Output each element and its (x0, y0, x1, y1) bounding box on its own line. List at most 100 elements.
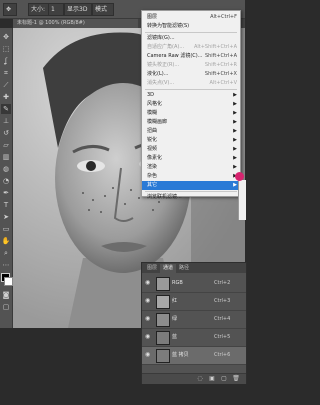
submenu-arrow-icon: ▶ (233, 119, 237, 125)
menu-item-label: 像素化 (147, 155, 163, 161)
eyedropper-icon[interactable]: ⟋ (1, 80, 11, 90)
channel-row[interactable]: ◉ 蓝 Ctrl+5 (142, 329, 246, 347)
path-select-icon[interactable]: ➤ (1, 212, 11, 222)
pen-icon[interactable]: ✒ (1, 188, 11, 198)
panel-footer: ◌ ▣ ▢ 🗑 (142, 373, 246, 384)
visibility-eye-icon[interactable]: ◉ (145, 334, 151, 340)
menu-item-browse-online[interactable]: 浏览联机滤镜... (142, 193, 240, 202)
menu-item-render[interactable]: 渲染 ▶ (142, 163, 240, 172)
move-icon[interactable]: ✥ (1, 32, 11, 42)
menu-item-blur-gallery[interactable]: 模糊画廊 ▶ (142, 118, 240, 127)
channel-row[interactable]: ◉ 蓝 拷贝 Ctrl+6 (142, 347, 246, 365)
visibility-eye-icon[interactable]: ◉ (145, 298, 151, 304)
menu-shortcut: Alt+Shift+Ctrl+A (193, 44, 237, 50)
menu-item-camera-raw[interactable]: Camera Raw 滤镜(C)... Shift+Ctrl+A (142, 52, 240, 61)
submenu-arrow-icon: ▶ (233, 146, 237, 152)
show-3d-label[interactable]: 显示3D (64, 3, 92, 16)
menu-item-other[interactable]: 其它 ▶ (142, 181, 240, 190)
menu-shortcut: Alt+Ctrl+V (209, 80, 237, 86)
tab-paths[interactable]: 路径 (176, 264, 192, 273)
menu-item-adaptive-wide[interactable]: 自适应广角(A)... Alt+Shift+Ctrl+A (142, 43, 240, 52)
menu-item-label: 扭曲 (147, 128, 158, 134)
channel-shortcut: Ctrl+4 (214, 316, 231, 322)
menu-item-sharpen[interactable]: 锐化 ▶ (142, 136, 240, 145)
stamp-icon[interactable]: ⊥ (1, 116, 11, 126)
save-selection-icon[interactable]: ▣ (208, 375, 216, 383)
quick-mask-icon[interactable]: ◙ (1, 290, 11, 300)
menu-item-label: 渲染 (147, 164, 158, 170)
tool-preset-icon[interactable]: ✥ (3, 3, 17, 16)
channel-row[interactable]: ◉ 绿 Ctrl+4 (142, 311, 246, 329)
delete-channel-icon[interactable]: 🗑 (232, 375, 240, 383)
menu-item-label: 风格化 (147, 101, 163, 107)
menu-item-label: 3D (147, 92, 155, 98)
menu-item-3d[interactable]: 3D ▶ (142, 91, 240, 100)
visibility-eye-icon[interactable]: ◉ (145, 316, 151, 322)
size-label: 大小: (28, 3, 50, 16)
text-icon[interactable]: T (1, 200, 11, 210)
healing-icon[interactable]: ✚ (1, 92, 11, 102)
menu-item-vanishing-point[interactable]: 消失点(V)... Alt+Ctrl+V (142, 79, 240, 88)
filter-menu: 图层 Alt+Ctrl+F 转换为智能滤镜(S) 滤镜库(G)... 自适应广角(A).… (141, 10, 241, 200)
new-channel-icon[interactable]: ▢ (220, 375, 228, 383)
channel-thumbnail (156, 331, 170, 345)
menu-item-video[interactable]: 视频 ▶ (142, 145, 240, 154)
marquee-icon[interactable]: ⬚ (1, 44, 11, 54)
menu-separator (145, 191, 237, 192)
channel-thumbnail (156, 277, 170, 291)
brush-icon[interactable]: ✎ (1, 104, 11, 114)
menu-shortcut: Shift+Ctrl+A (204, 53, 237, 59)
channel-row[interactable]: ◉ 红 Ctrl+3 (142, 293, 246, 311)
shape-icon[interactable]: ▭ (1, 224, 11, 234)
menu-item-distort[interactable]: 扭曲 ▶ (142, 127, 240, 136)
menu-item-layers[interactable]: 图层 Alt+Ctrl+F (142, 13, 240, 22)
menu-item-lens-correction[interactable]: 镜头校正(R)... Shift+Ctrl+R (142, 61, 240, 70)
menu-item-convert-smart[interactable]: 转换为智能滤镜(S) (142, 22, 240, 31)
menu-item-noise[interactable]: 杂色▶ (142, 172, 240, 181)
screen-mode-icon[interactable]: ▢ (1, 302, 11, 312)
submenu-arrow-icon: ▶ (233, 155, 237, 161)
size-field[interactable]: 1 (48, 3, 64, 16)
background-color-swatch[interactable] (4, 277, 13, 286)
submenu-arrow-icon: ▶ (233, 164, 237, 170)
zoom-icon[interactable]: ⌕ (1, 248, 11, 258)
menu-item-filter-gallery[interactable]: 滤镜库(G)... (142, 34, 240, 43)
hand-icon[interactable]: ✋ (1, 236, 11, 246)
menu-item-label: 视频 (147, 146, 158, 152)
submenu-arrow-icon: ▶ (233, 92, 237, 98)
menu-shortcut: Shift+Ctrl+X (204, 71, 237, 77)
lasso-icon[interactable]: ʆ (1, 56, 11, 66)
submenu-arrow-icon: ▶ (233, 182, 237, 188)
eraser-icon[interactable]: ▱ (1, 140, 11, 150)
menu-item-label: 自适应广角(A)... (147, 44, 185, 50)
channel-thumbnail (156, 313, 170, 327)
blur-tool-icon[interactable]: ◍ (1, 164, 11, 174)
menu-item-stylize[interactable]: 风格化 ▶ (142, 100, 240, 109)
channel-shortcut: Ctrl+2 (214, 280, 231, 286)
menu-item-label: 浏览联机滤镜... (147, 194, 182, 200)
channels-panel: 图层 通道 路径 ◉ RGB Ctrl+2 ◉ 红 Ctrl+3 ◉ 绿 Ctrl+4 ◉ 蓝 Ctr… (141, 262, 247, 384)
tab-channels[interactable]: 通道 (160, 264, 177, 273)
channel-row[interactable]: ◉ RGB Ctrl+2 (142, 275, 246, 293)
menu-item-blur[interactable]: 模糊 ▶ (142, 109, 240, 118)
dodge-icon[interactable]: ◔ (1, 176, 11, 186)
menu-item-label: Camera Raw 滤镜(C)... (147, 53, 203, 59)
history-brush-icon[interactable]: ↺ (1, 128, 11, 138)
menu-item-label: 锐化 (147, 137, 158, 143)
visibility-eye-icon[interactable]: ◉ (145, 280, 151, 286)
mode-label[interactable]: 模式 (92, 3, 114, 16)
gradient-icon[interactable]: ▥ (1, 152, 11, 162)
visibility-eye-icon[interactable]: ◉ (145, 352, 151, 358)
menu-item-pixelate[interactable]: 像素化 ▶ (142, 154, 240, 163)
tab-layers[interactable]: 图层 (144, 264, 160, 273)
submenu-edge (238, 180, 246, 220)
document-tab[interactable]: 未标题-1 @ 100% (RGB/8#) (13, 19, 138, 28)
more-tools-icon[interactable]: ⋯ (1, 260, 11, 270)
crop-icon[interactable]: ⌗ (1, 68, 11, 78)
channel-thumbnail (156, 349, 170, 363)
submenu-arrow-icon: ▶ (233, 110, 237, 116)
menu-item-label: 镜头校正(R)... (147, 62, 180, 68)
load-selection-icon[interactable]: ◌ (196, 375, 204, 383)
menu-item-liquify[interactable]: 液化(L)... Shift+Ctrl+X (142, 70, 240, 79)
channel-name: 蓝 拷贝 (172, 352, 189, 358)
